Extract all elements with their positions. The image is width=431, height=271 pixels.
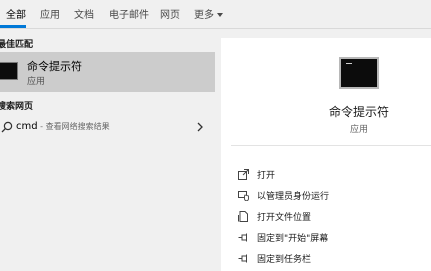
pin-icon — [238, 233, 247, 242]
action-open-file-location[interactable]: 打开文件位置 — [238, 208, 428, 226]
best-match-subtitle: 应用 — [27, 77, 46, 87]
best-match-item-cmd[interactable]: 命令提示符 应用 — [0, 52, 215, 92]
tab-web[interactable]: 网页 — [160, 6, 180, 21]
tab-more-label: 更多 — [194, 10, 214, 21]
action-label: 打开文件位置 — [257, 213, 312, 223]
best-match-title: 命令提示符 — [27, 60, 82, 73]
chevron-down-icon — [217, 13, 223, 17]
prompt-cursor — [346, 63, 352, 67]
action-label: 固定到任务栏 — [257, 255, 312, 265]
file-location-icon — [238, 211, 248, 222]
cmd-icon — [339, 57, 379, 89]
active-tab-indicator — [0, 25, 26, 28]
pin-icon — [238, 254, 247, 263]
action-run-as-admin[interactable]: 以管理员身份运行 — [238, 187, 428, 205]
search-filter-tabs: 全部 应用 文档 电子邮件 网页 更多 — [0, 0, 431, 29]
results-panel: 最佳匹配 命令提示符 应用 搜索网页 cmd - 查看网络搜索结果 — [0, 29, 215, 271]
detail-app-type: 应用 — [349, 125, 368, 135]
open-icon — [238, 169, 249, 180]
admin-shield-icon — [238, 191, 249, 201]
best-match-header: 最佳匹配 — [0, 40, 34, 50]
web-search-result[interactable]: cmd - 查看网络搜索结果 — [0, 117, 215, 139]
action-open[interactable]: 打开 — [238, 166, 428, 184]
action-pin-to-taskbar[interactable]: 固定到任务栏 — [238, 250, 428, 268]
tab-apps[interactable]: 应用 — [40, 6, 60, 21]
action-label: 打开 — [257, 171, 276, 181]
tab-more[interactable]: 更多 — [194, 6, 223, 21]
chevron-right-icon — [197, 122, 203, 132]
detail-app-title: 命令提示符 — [328, 105, 389, 119]
tab-email[interactable]: 电子邮件 — [109, 6, 149, 21]
cmd-icon — [0, 62, 18, 80]
tab-all[interactable]: 全部 — [6, 6, 26, 21]
details-panel: 命令提示符 应用 打开 以管理员身份运行 打开文件位置 固定到"开始"屏幕 固定… — [221, 38, 431, 271]
web-search-description: - 查看网络搜索结果 — [37, 122, 110, 131]
divider — [231, 145, 431, 146]
web-search-header: 搜索网页 — [0, 102, 34, 112]
search-icon — [1, 121, 13, 133]
tab-documents[interactable]: 文档 — [74, 6, 94, 21]
web-search-text: cmd - 查看网络搜索结果 — [16, 121, 110, 132]
action-label: 固定到"开始"屏幕 — [257, 234, 329, 244]
action-pin-to-start[interactable]: 固定到"开始"屏幕 — [238, 229, 428, 247]
web-search-query: cmd — [16, 121, 38, 132]
action-label: 以管理员身份运行 — [257, 192, 330, 202]
